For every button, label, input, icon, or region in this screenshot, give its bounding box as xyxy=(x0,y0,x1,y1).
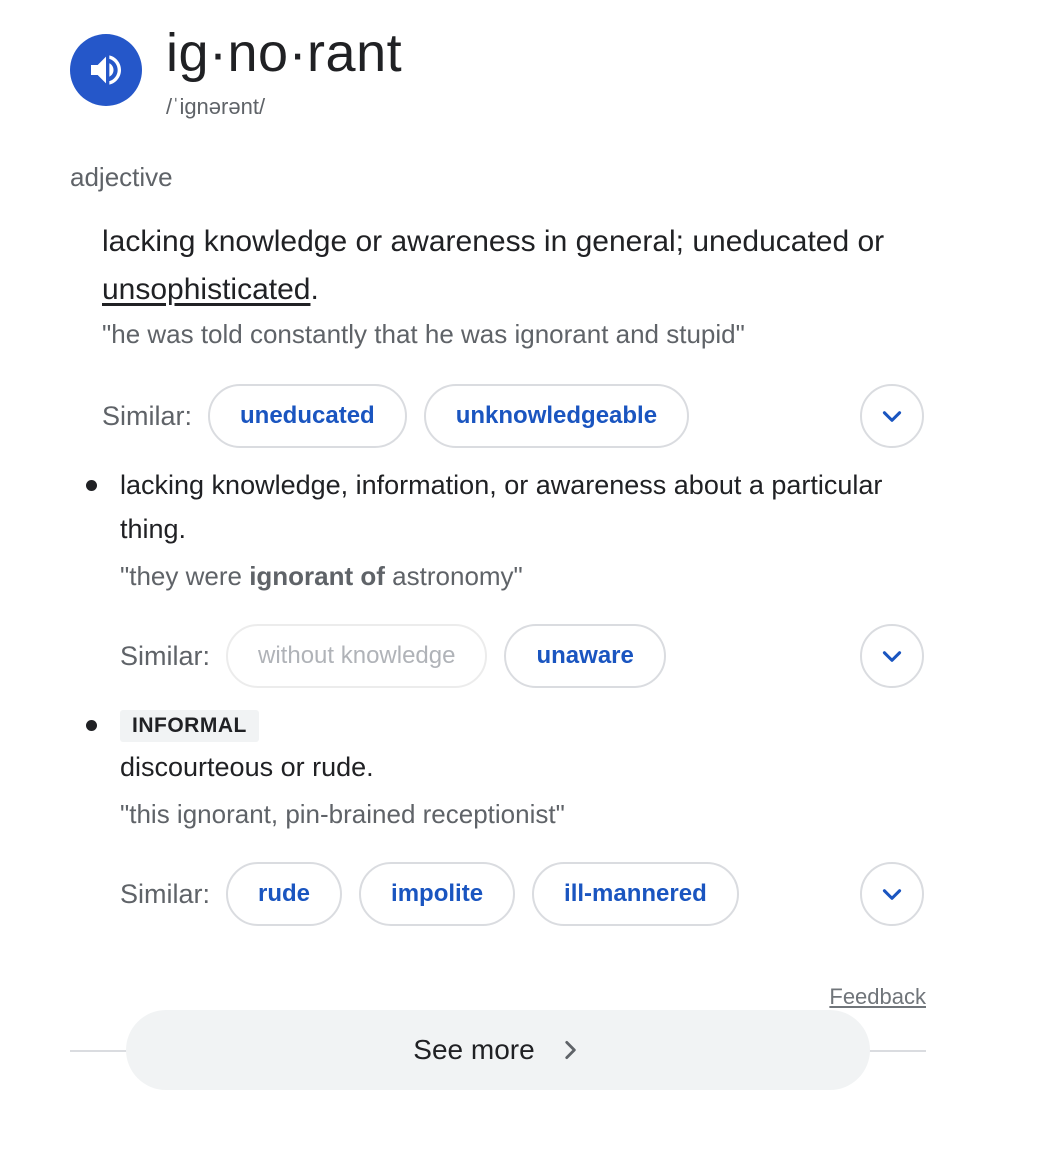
pronunciation-audio-button[interactable] xyxy=(70,34,142,106)
expand-similar-button-1[interactable] xyxy=(860,384,924,448)
example-2: "they were ignorant of astronomy" xyxy=(120,561,523,592)
similar-label: Similar: xyxy=(120,640,211,671)
speaker-icon xyxy=(91,55,121,85)
expand-similar-button-3[interactable] xyxy=(860,862,924,926)
pronunciation-text: /ˈiɡnərənt/ xyxy=(166,94,266,119)
definition-2: lacking knowledge, information, or aware… xyxy=(120,470,883,544)
headword: ig·no·rant xyxy=(166,23,403,83)
example-3: "this ignorant, pin-brained receptionist… xyxy=(120,799,565,829)
bullet xyxy=(86,480,97,491)
synonym-chip-unknowledgeable[interactable]: unknowledgeable xyxy=(423,384,690,448)
chevron-down-icon xyxy=(882,889,902,900)
definition-1: lacking knowledge or awareness in genera… xyxy=(102,218,932,314)
synonym-chip-without-knowledge: without knowledge xyxy=(226,624,488,688)
part-of-speech: adjective xyxy=(70,162,173,192)
expand-similar-button-2[interactable] xyxy=(860,624,924,688)
register-tag: INFORMAL xyxy=(120,710,259,742)
similar-label: Similar: xyxy=(120,878,211,909)
see-more-label: See more xyxy=(413,1034,535,1065)
chevron-right-icon xyxy=(565,1041,576,1059)
see-more-button[interactable]: See more xyxy=(126,1010,870,1090)
definition-link-unsophisticated[interactable]: unsophisticated xyxy=(102,273,310,306)
synonym-chip-ill-mannered[interactable]: ill-mannered xyxy=(532,862,739,926)
definition-3: discourteous or rude. xyxy=(120,752,374,782)
feedback-link[interactable]: Feedback xyxy=(829,984,926,1010)
similar-row-2: Similar: without knowledge unaware xyxy=(120,624,683,688)
example-1: "he was told constantly that he was igno… xyxy=(102,319,745,349)
example-2-end: astronomy" xyxy=(384,561,523,591)
synonym-chip-rude[interactable]: rude xyxy=(226,862,343,926)
synonym-chip-unaware[interactable]: unaware xyxy=(504,624,666,688)
example-2-emphasis: ignorant of xyxy=(249,561,385,591)
chevron-down-icon xyxy=(882,651,902,662)
similar-label: Similar: xyxy=(102,400,193,431)
example-2-start: "they were xyxy=(120,561,250,591)
definition-1-end: . xyxy=(310,273,319,306)
synonym-chip-impolite[interactable]: impolite xyxy=(359,862,516,926)
chevron-down-icon xyxy=(882,411,902,422)
synonym-chip-uneducated[interactable]: uneducated xyxy=(208,384,407,448)
bullet xyxy=(86,720,97,731)
similar-row-3: Similar: rude impolite ill-mannered xyxy=(120,862,756,926)
similar-row-1: Similar: uneducated unknowledgeable xyxy=(102,384,706,448)
definition-1-text: lacking knowledge or awareness in genera… xyxy=(102,225,885,258)
